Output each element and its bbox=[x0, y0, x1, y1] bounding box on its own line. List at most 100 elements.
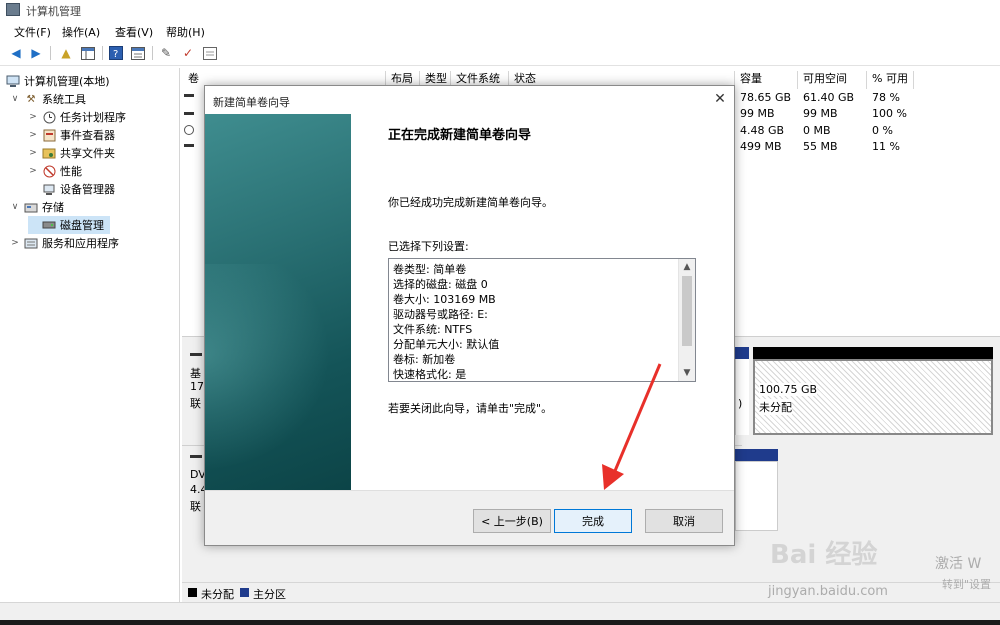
tree-item-disk-management[interactable]: 磁盘管理 bbox=[28, 216, 110, 234]
check-icon[interactable]: ✓ bbox=[180, 45, 196, 61]
watermark-brand: Bai 经验 bbox=[770, 540, 878, 570]
services-icon bbox=[24, 236, 38, 250]
title-bar: 计算机管理 bbox=[0, 0, 1000, 20]
chevron-down-icon[interactable]: ∨ bbox=[10, 94, 20, 104]
cell-free-space: 0 MB bbox=[803, 124, 831, 137]
setting-line: 驱动器号或路径: E: bbox=[393, 308, 488, 321]
computer-icon bbox=[6, 74, 20, 88]
volume-icon bbox=[184, 112, 194, 115]
annotation-arrow bbox=[602, 363, 662, 490]
performance-icon bbox=[42, 164, 56, 178]
column-header-percent-free[interactable]: % 可用 bbox=[868, 71, 914, 89]
primary-partition[interactable]: ) bbox=[735, 359, 749, 435]
computer-management-icon bbox=[6, 3, 20, 16]
cell-percent-free: 100 % bbox=[872, 107, 907, 120]
status-bar bbox=[0, 602, 1000, 620]
cell-percent-free: 11 % bbox=[872, 140, 900, 153]
connect-icon[interactable]: ✎ bbox=[158, 45, 174, 61]
cell-percent-free: 0 % bbox=[872, 124, 893, 137]
tree-item-label: 存储 bbox=[42, 201, 64, 214]
finish-button[interactable]: 完成 bbox=[554, 509, 632, 533]
show-hide-tree-icon[interactable] bbox=[80, 45, 96, 61]
close-icon[interactable]: ✕ bbox=[711, 90, 729, 108]
tree-item-label: 任务计划程序 bbox=[60, 111, 126, 124]
legend-swatch-unallocated bbox=[188, 588, 197, 597]
tree-item-shared-folders[interactable]: > 共享文件夹 bbox=[28, 144, 115, 162]
console-icon[interactable] bbox=[202, 45, 218, 61]
up-folder-icon[interactable]: ▲ bbox=[58, 45, 74, 61]
tree-item-label: 服务和应用程序 bbox=[42, 237, 119, 250]
tree-item-performance[interactable]: > 性能 bbox=[28, 162, 82, 180]
chevron-down-icon[interactable]: ∨ bbox=[10, 202, 20, 212]
tree-item-task-scheduler[interactable]: > 任务计划程序 bbox=[28, 108, 126, 126]
cell-free-space: 99 MB bbox=[803, 107, 838, 120]
tree-item-label: 设备管理器 bbox=[60, 183, 115, 196]
tree-item-system-tools[interactable]: ∨ ⚒ 系统工具 bbox=[10, 90, 86, 108]
legend-swatch-primary bbox=[240, 588, 249, 597]
dvd-partition-header bbox=[735, 449, 778, 461]
tree-item-label: 共享文件夹 bbox=[60, 147, 115, 160]
cell-free-space: 61.40 GB bbox=[803, 91, 855, 104]
scroll-thumb[interactable] bbox=[682, 276, 692, 346]
tree-root-label: 计算机管理(本地) bbox=[24, 75, 110, 88]
chevron-right-icon[interactable]: > bbox=[28, 112, 38, 122]
legend-label-primary: 主分区 bbox=[253, 588, 286, 601]
chevron-right-icon[interactable]: > bbox=[28, 148, 38, 158]
column-header-free-space[interactable]: 可用空间 bbox=[799, 71, 867, 89]
shared-folder-icon bbox=[42, 146, 56, 160]
cell-capacity: 4.48 GB bbox=[740, 124, 785, 137]
unallocated-partition[interactable]: 100.75 GB 未分配 bbox=[753, 359, 993, 435]
tree-item-event-viewer[interactable]: > 事件查看器 bbox=[28, 126, 115, 144]
legend-label-unallocated: 未分配 bbox=[201, 588, 234, 601]
menu-action[interactable]: 操作(A) bbox=[62, 24, 100, 40]
help-icon[interactable]: ? bbox=[108, 45, 124, 61]
toolbar: ◀ ▶ ▲ ? ✎ ✓ bbox=[0, 42, 1000, 66]
disk0-size: 17 bbox=[190, 380, 204, 393]
scroll-up-icon[interactable]: ▲ bbox=[679, 259, 695, 275]
tree-item-services[interactable]: > 服务和应用程序 bbox=[10, 234, 119, 252]
device-manager-icon bbox=[42, 182, 56, 196]
chevron-right-icon[interactable]: > bbox=[28, 166, 38, 176]
menu-help[interactable]: 帮助(H) bbox=[166, 24, 205, 40]
disk-icon bbox=[190, 353, 202, 356]
menu-file[interactable]: 文件(F) bbox=[14, 24, 51, 40]
forward-icon[interactable]: ▶ bbox=[28, 45, 44, 61]
cell-free-space: 55 MB bbox=[803, 140, 838, 153]
setting-line: 分配单元大小: 默认值 bbox=[393, 338, 500, 351]
chevron-right-icon[interactable]: > bbox=[10, 238, 20, 248]
back-button[interactable]: < 上一步(B) bbox=[473, 509, 551, 533]
scroll-down-icon[interactable]: ▼ bbox=[679, 365, 695, 381]
dvd-partition[interactable] bbox=[735, 461, 778, 531]
settings-label: 已选择下列设置: bbox=[388, 240, 469, 253]
dvd-drive-icon bbox=[190, 455, 202, 458]
dialog-title: 新建简单卷向导 bbox=[213, 96, 290, 109]
tools-icon: ⚒ bbox=[26, 93, 36, 105]
cell-capacity: 78.65 GB bbox=[740, 91, 792, 104]
cancel-button[interactable]: 取消 bbox=[645, 509, 723, 533]
dvd-status: 联 bbox=[190, 500, 201, 513]
primary-partition-header bbox=[735, 347, 749, 359]
column-header-capacity[interactable]: 容量 bbox=[736, 71, 798, 89]
back-icon[interactable]: ◀ bbox=[8, 45, 24, 61]
wizard-intro: 你已经成功完成新建简单卷向导。 bbox=[388, 196, 553, 209]
disk-icon bbox=[42, 218, 56, 232]
tree-root[interactable]: 计算机管理(本地) bbox=[6, 72, 110, 90]
properties-icon[interactable] bbox=[130, 45, 146, 61]
activation-hint: 转到"设置 bbox=[942, 578, 992, 591]
dvd-icon bbox=[184, 125, 194, 135]
tree-item-label: 性能 bbox=[60, 165, 82, 178]
wizard-heading: 正在完成新建简单卷向导 bbox=[388, 128, 532, 143]
window-title: 计算机管理 bbox=[26, 5, 81, 18]
chevron-right-icon[interactable]: > bbox=[28, 130, 38, 140]
tree-item-storage[interactable]: ∨ 存储 bbox=[10, 198, 64, 216]
tree-item-device-manager[interactable]: 设备管理器 bbox=[28, 180, 115, 198]
settings-scrollbar[interactable]: ▲ ▼ bbox=[678, 259, 695, 381]
cell-capacity: 99 MB bbox=[740, 107, 775, 120]
navigation-tree: 计算机管理(本地) ∨ ⚒ 系统工具 > 任务计划程序 > 事件查看器 > 共享… bbox=[0, 68, 180, 602]
unallocated-size: 100.75 GB bbox=[759, 383, 818, 396]
watermark-url: jingyan.baidu.com bbox=[768, 584, 888, 599]
menu-view[interactable]: 查看(V) bbox=[115, 24, 153, 40]
unallocated-header bbox=[753, 347, 993, 359]
event-viewer-icon bbox=[42, 128, 56, 142]
disk0-label: 基 bbox=[190, 367, 201, 380]
